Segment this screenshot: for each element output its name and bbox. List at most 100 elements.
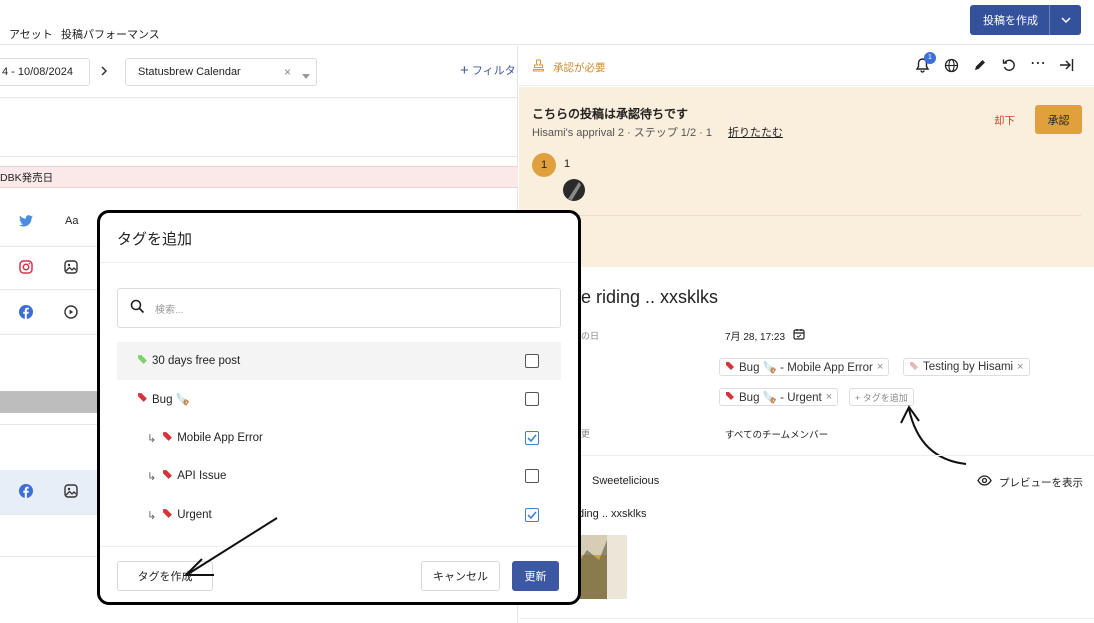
tag-icon	[137, 392, 148, 406]
date-range-picker[interactable]: 4 - 10/08/2024	[0, 58, 90, 86]
step-count: 1	[564, 158, 571, 170]
step-number-badge: 1	[532, 153, 556, 177]
tag-icon	[162, 508, 173, 522]
globe-icon[interactable]	[944, 58, 959, 76]
divider	[0, 156, 518, 157]
undo-icon[interactable]	[1002, 58, 1016, 75]
pencil-icon[interactable]	[973, 58, 987, 75]
notification-badge: 1	[924, 52, 936, 64]
update-label: 更新	[524, 571, 547, 583]
approve-button[interactable]: 承認	[1035, 105, 1082, 134]
tag-icon	[137, 354, 148, 368]
tag-icon	[909, 361, 919, 374]
top-nav: アセット 投稿パフォーマンス 投稿を作成	[0, 0, 1094, 45]
chevron-right-icon[interactable]	[100, 65, 108, 79]
remove-tag-icon[interactable]: ×	[877, 361, 883, 373]
child-indent-icon: ↳	[147, 509, 157, 522]
tag-option-label: Mobile App Error	[177, 432, 263, 444]
twitter-icon	[19, 215, 33, 230]
divider	[519, 455, 1094, 456]
post-thumbnail[interactable]	[577, 535, 627, 599]
scheduled-date: 7月 28, 17:23	[725, 332, 786, 343]
tag-option[interactable]: Bug 🪚	[117, 380, 561, 418]
tag-chip-label: Bug 🪚 - Mobile App Error	[739, 362, 873, 374]
approval-toolbar: 承認が必要 1 ⋯	[519, 46, 1094, 86]
divider	[0, 97, 518, 98]
tag-icon	[725, 361, 735, 374]
tag-chip[interactable]: Bug 🪚 - Urgent ×	[719, 388, 839, 406]
cancel-label: キャンセル	[433, 571, 488, 583]
tag-search-input[interactable]: 検索...	[117, 288, 561, 328]
date-range-text: 4 - 10/08/2024	[2, 66, 73, 78]
update-button[interactable]: 更新	[512, 561, 559, 591]
event-label: DBK発売日	[0, 172, 54, 184]
plus-icon: +	[460, 62, 469, 79]
event-row[interactable]: DBK発売日	[0, 166, 518, 188]
tag-chip[interactable]: Bug 🪚 - Mobile App Error ×	[719, 358, 890, 376]
remove-tag-icon[interactable]: ×	[1017, 361, 1023, 373]
add-tag-dialog: タグを追加 検索... 30 days free post Bug 🪚 ↳ Mo…	[97, 210, 581, 605]
tag-option-label: 30 days free post	[152, 355, 241, 367]
calendar-select[interactable]: Statusbrew Calendar ×	[125, 58, 317, 86]
annotation-arrow	[183, 517, 278, 576]
child-indent-icon: ↳	[147, 470, 157, 483]
account-name: Sweetelicious	[592, 475, 660, 487]
avatar	[563, 179, 585, 201]
approval-needed-label: 承認が必要	[553, 62, 606, 74]
approve-label: 承認	[1047, 114, 1070, 127]
approval-panel: こちらの投稿は承認待ちです Hisami's apprival 2 · ステップ…	[519, 87, 1094, 267]
preview-button[interactable]: プレビューを表示	[999, 475, 1083, 490]
stamp-icon	[532, 59, 545, 75]
post-snippet: ding .. xxsklks	[578, 508, 647, 520]
facebook-icon	[19, 484, 33, 501]
post-title: e riding .. xxsklks	[581, 287, 719, 307]
calendar-select-value: Statusbrew Calendar	[138, 66, 241, 78]
tag-chip-label: Testing by Hisami	[923, 361, 1014, 373]
nav-assets[interactable]: アセット	[9, 26, 53, 42]
dialog-header: タグを追加	[100, 213, 578, 263]
annotation-arrow	[900, 405, 967, 465]
tag-icon	[162, 469, 173, 483]
image-icon	[64, 260, 78, 277]
tag-checkbox-checked[interactable]	[525, 508, 539, 522]
tag-option-label: Bug 🪚	[152, 394, 190, 406]
search-icon	[130, 299, 145, 317]
text-format-icon: Aa	[65, 215, 79, 227]
tag-option[interactable]: ↳ Mobile App Error	[117, 419, 561, 457]
remove-tag-icon[interactable]: ×	[826, 391, 832, 403]
eye-icon[interactable]	[977, 475, 992, 489]
divider	[519, 618, 1094, 619]
tag-icon	[162, 431, 173, 445]
create-post-label: 投稿を作成	[983, 15, 1038, 27]
pending-title: こちらの投稿は承認待ちです	[532, 107, 689, 121]
collapse-link[interactable]: 折りたたむ	[728, 124, 783, 140]
tag-checkbox[interactable]	[525, 392, 539, 406]
facebook-icon	[19, 305, 33, 322]
tag-checkbox[interactable]	[525, 469, 539, 483]
video-icon	[64, 305, 78, 322]
post-detail-pane: 承認が必要 1 ⋯ こちらの投稿は承認待ちです Hisami's appriva…	[519, 46, 1094, 623]
cancel-button[interactable]: キャンセル	[421, 561, 500, 591]
reject-button[interactable]: 却下	[994, 113, 1015, 128]
chevron-down-icon[interactable]	[1050, 17, 1081, 23]
tag-chip[interactable]: Testing by Hisami ×	[903, 358, 1030, 376]
clear-icon[interactable]: ×	[284, 65, 291, 79]
caret-down-icon[interactable]	[302, 70, 310, 82]
child-indent-icon: ↳	[147, 432, 157, 445]
nav-post-performance[interactable]: 投稿パフォーマンス	[61, 26, 160, 42]
more-icon[interactable]: ⋯	[1030, 53, 1047, 73]
filter-label: フィルタ	[471, 65, 516, 77]
calendar-icon[interactable]	[793, 328, 805, 343]
tag-checkbox[interactable]	[525, 354, 539, 368]
collapse-panel-icon[interactable]	[1059, 58, 1074, 75]
divider	[532, 215, 1081, 216]
tag-option-label: API Issue	[177, 470, 227, 482]
filter-button[interactable]: + フィルタ	[460, 62, 516, 79]
tag-option[interactable]: ↳ API Issue	[117, 457, 561, 495]
visibility-value: すべてのチームメンバー	[725, 430, 829, 441]
tag-option[interactable]: 30 days free post	[117, 342, 561, 380]
create-post-button[interactable]: 投稿を作成	[970, 5, 1081, 35]
dialog-title: タグを追加	[117, 231, 193, 248]
image-icon	[64, 484, 78, 501]
tag-checkbox-checked[interactable]	[525, 431, 539, 445]
